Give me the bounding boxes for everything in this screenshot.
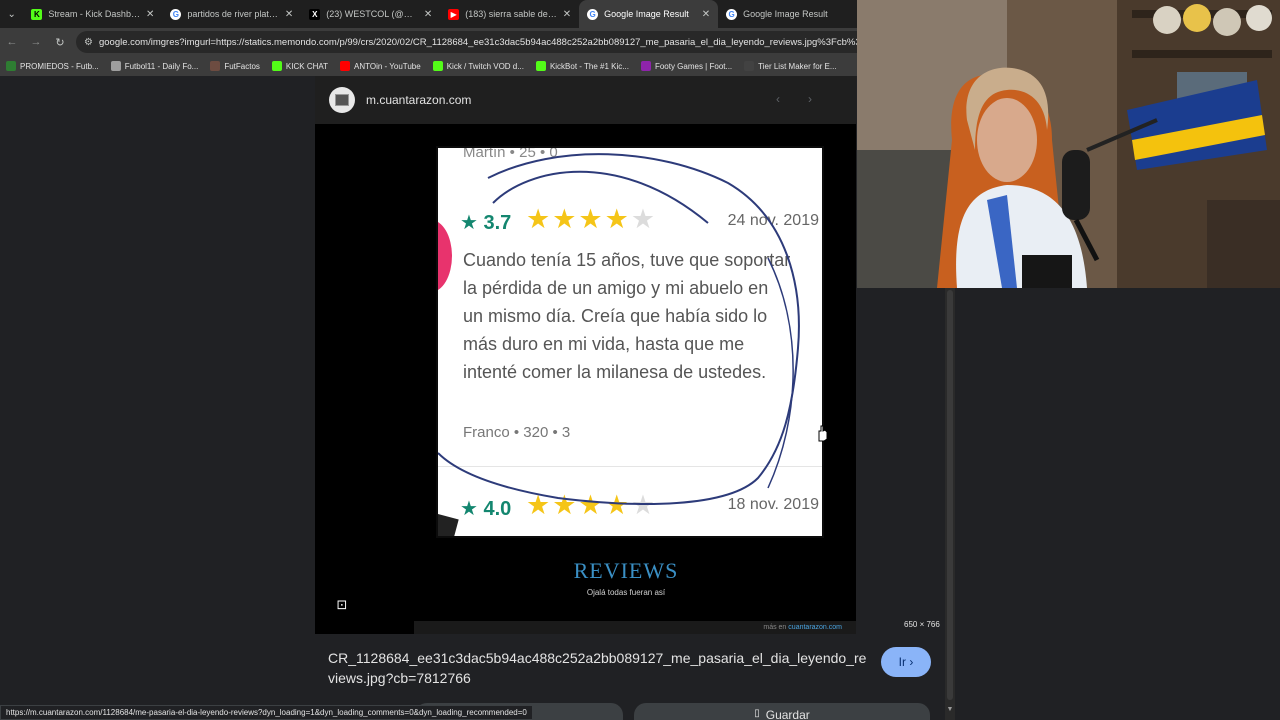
reload-icon[interactable]: ↻ — [48, 28, 72, 56]
bookmark-label: KICK CHAT — [285, 61, 328, 71]
address-url: google.com/imgres?imgurl=https://statics… — [98, 36, 857, 48]
tab-river-plate[interactable]: G partidos de river plate - Bu ✕ — [162, 0, 301, 28]
source-credit: más en cuantarazon.com — [414, 621, 856, 634]
review-image[interactable]: Martín • 25 • 0 ★ 3.7 ★★★★★ 24 nov. 2019… — [436, 146, 824, 538]
tab-youtube-sierra[interactable]: ▶ (183) sierra sable dewalt m ✕ — [440, 0, 579, 28]
youtube-icon — [340, 61, 350, 71]
google-icon: G — [726, 8, 738, 20]
bookmark-label: Futbol11 - Daily Fo... — [124, 61, 199, 71]
bookmark-8[interactable]: Tier List Maker for E... — [744, 61, 837, 71]
site-info-icon[interactable]: ⚙ — [84, 37, 93, 48]
x-icon: X — [309, 8, 321, 20]
pen-circle-annotation — [438, 153, 800, 505]
bookmark-6[interactable]: KickBot - The #1 Kic... — [535, 61, 629, 71]
brand-title: REVIEWS — [573, 558, 679, 583]
google-icon: G — [587, 8, 599, 20]
back-icon[interactable]: ← — [0, 28, 24, 56]
close-icon[interactable]: ✕ — [285, 9, 293, 20]
bookmark-label: Kick / Twitch VOD d... — [446, 61, 524, 71]
bookmark-label: PROMIEDOS - Futb... — [20, 61, 99, 71]
bookmark-7[interactable]: Footy Games | Foot... — [640, 61, 733, 71]
close-icon[interactable]: ✕ — [424, 9, 432, 20]
scroll-down-icon[interactable]: ▼ — [945, 706, 955, 718]
bookmark-icon: ▯ — [754, 708, 760, 719]
screen: ⌄ K Stream - Kick Dashboard ✕ G partidos… — [0, 0, 1280, 720]
scrollbar-thumb[interactable] — [947, 290, 953, 700]
bookmark-2[interactable]: FutFactos — [210, 61, 260, 71]
status-bar: https://m.cuantarazon.com/1128684/me-pas… — [0, 705, 533, 720]
panel-header: m.cuantarazon.com ‹› — [315, 76, 856, 124]
vod-icon — [432, 61, 443, 71]
bookmarks-bar: PROMIEDOS - Futb... Futbol11 - Daily Fo..… — [0, 56, 857, 76]
tab-google-image-result[interactable]: G Google Image Result — [718, 0, 857, 28]
tierlist-icon — [744, 61, 755, 71]
nav-arrows[interactable]: ‹› — [776, 92, 840, 106]
futfactos-icon — [210, 61, 221, 71]
close-icon[interactable]: ✕ — [146, 9, 154, 20]
futbol11-icon — [110, 61, 121, 71]
bookmark-label: Tier List Maker for E... — [758, 61, 837, 71]
tab-strip: ⌄ K Stream - Kick Dashboard ✕ G partidos… — [0, 0, 857, 28]
site-favicon — [329, 87, 355, 113]
site-name[interactable]: m.cuantarazon.com — [366, 93, 471, 107]
kick-icon — [271, 61, 282, 71]
address-bar[interactable]: ⚙ google.com/imgres?imgurl=https://stati… — [76, 31, 857, 53]
close-icon[interactable]: ✕ — [702, 9, 710, 20]
webcam-overlay — [857, 0, 1280, 288]
promiedos-icon — [6, 61, 16, 71]
kickbot-icon — [535, 61, 546, 71]
lens-icon[interactable]: ⊡ — [333, 596, 351, 614]
brand-subtitle: Ojalá todas fueran así — [586, 588, 666, 597]
image-preview-panel: m.cuantarazon.com ‹› Martín • 25 • 0 ★ 3… — [315, 76, 856, 634]
save-button[interactable]: ▯ Guardar — [634, 703, 930, 720]
bookmark-3[interactable]: KICK CHAT — [271, 61, 328, 71]
bookmark-label: FutFactos — [224, 61, 260, 71]
mouse-cursor-icon — [818, 425, 828, 442]
image-dimensions: 650 × 766 — [904, 620, 940, 629]
kick-icon: K — [31, 8, 43, 20]
visit-button[interactable]: Ir › — [881, 647, 931, 677]
bookmark-label: Footy Games | Foot... — [654, 61, 733, 71]
close-icon[interactable]: ✕ — [563, 9, 571, 20]
image-filename: CR_1128684_ee31c3dac5b94ac488c252a2bb089… — [328, 650, 867, 686]
browser-toolbar: ← → ↻ ⚙ google.com/imgres?imgurl=https:/… — [0, 28, 857, 56]
tab-google-image-result-active[interactable]: G Google Image Result ✕ — [579, 0, 719, 28]
tab-westcol[interactable]: X (23) WESTCOL (@WestCOL ✕ — [301, 0, 440, 28]
bookmark-1[interactable]: Futbol11 - Daily Fo... — [110, 61, 199, 71]
tab-kick-dashboard[interactable]: K Stream - Kick Dashboard ✕ — [23, 0, 162, 28]
footy-icon — [640, 61, 651, 71]
bookmark-5[interactable]: Kick / Twitch VOD d... — [432, 61, 524, 71]
streamer-webcam-image — [857, 0, 1280, 288]
youtube-icon: ▶ — [448, 8, 460, 20]
bookmark-label: KickBot - The #1 Kic... — [549, 61, 629, 71]
forward-icon[interactable]: → — [24, 28, 48, 56]
bookmark-4[interactable]: ANTOin - YouTube — [340, 61, 421, 71]
tab-search-icon[interactable]: ⌄ — [0, 0, 23, 28]
bookmark-label: ANTOin - YouTube — [354, 61, 421, 71]
google-icon: G — [170, 8, 182, 20]
source-link[interactable]: cuantarazon.com — [788, 624, 842, 631]
bookmark-0[interactable]: PROMIEDOS - Futb... — [6, 61, 99, 71]
